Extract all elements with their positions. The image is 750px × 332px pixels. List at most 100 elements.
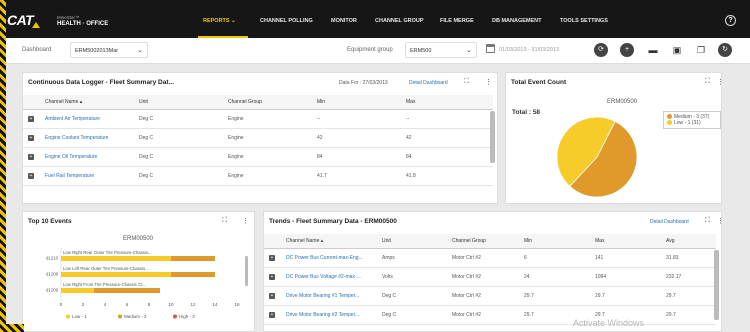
calendar-icon[interactable] — [486, 44, 495, 53]
row-expander[interactable]: + — [264, 267, 286, 287]
expand-icon[interactable]: + — [28, 172, 34, 179]
nav-channel-group[interactable]: CHANNEL GROUP — [375, 18, 424, 24]
bar-segment-low---1[interactable] — [61, 272, 171, 277]
more-menu-icon[interactable]: ⋮ — [717, 78, 724, 86]
nav-monitor[interactable]: MONITOR — [331, 18, 357, 24]
row-expander[interactable]: + — [23, 128, 45, 148]
col-max[interactable]: Max — [595, 234, 666, 249]
help-icon[interactable]: ? — [725, 15, 736, 26]
bar-segment-medium---2[interactable] — [94, 288, 160, 293]
fullscreen-icon[interactable]: ⛶ — [705, 217, 710, 225]
col-channel-name[interactable]: Channel Name ▴ — [286, 234, 382, 249]
logger-detail-dashboard-link[interactable]: Detail Dashboard — [409, 80, 448, 86]
bar-segment-medium---2[interactable] — [171, 256, 215, 261]
row-expander[interactable]: + — [264, 286, 286, 306]
expand-icon[interactable]: + — [269, 311, 275, 318]
logger-scrollbar[interactable] — [490, 111, 495, 163]
bar-segment-low---1[interactable] — [61, 256, 171, 261]
nav-tools-settings[interactable]: TOOLS SETTINGS — [560, 18, 608, 24]
bar-legend-label[interactable]: High - 3 — [179, 314, 195, 319]
expand-icon[interactable]: + — [269, 292, 275, 299]
bar-legend-label[interactable]: Medium - 2 — [124, 314, 147, 319]
row-expander[interactable]: + — [23, 147, 45, 167]
save-icon[interactable]: ▣ — [670, 43, 684, 57]
fullscreen-icon[interactable]: ⛶ — [464, 78, 469, 86]
col-min[interactable]: Min — [317, 95, 406, 110]
col-unit[interactable]: Unit — [139, 95, 228, 110]
nav-db-management[interactable]: DB MANAGEMENT — [492, 18, 542, 24]
row-expander[interactable]: + — [23, 109, 45, 129]
channel-name-cell[interactable]: Engine Coolant Temperature — [45, 128, 139, 148]
legend-swatch — [66, 314, 70, 319]
equipment-group-select[interactable]: ERM500 ⌄ — [405, 42, 477, 58]
sort-up-icon: ▴ — [79, 98, 83, 105]
trends-detail-dashboard-link[interactable]: Detail Dashboard — [650, 219, 689, 225]
table-row[interactable]: + DC Power Bus Voltage #2-max-... Volts … — [264, 267, 716, 287]
row-expander[interactable]: + — [23, 166, 45, 186]
col-max[interactable]: Max — [406, 95, 493, 110]
col-avg[interactable]: Avg — [666, 234, 716, 249]
more-menu-icon[interactable]: ⋮ — [242, 217, 249, 225]
unit-cell: Deg C — [139, 147, 228, 167]
expand-icon[interactable]: + — [28, 115, 34, 122]
channel-name-cell[interactable]: Fuel Rail Temperature — [45, 166, 139, 186]
bar-legend-label[interactable]: Low - 1 — [72, 314, 87, 319]
table-row[interactable]: + Ambient Air Temperature Deg C Engine -… — [23, 109, 493, 129]
nav-channel-polling[interactable]: CHANNEL POLLING — [260, 18, 313, 24]
col-channel-group[interactable]: Channel Group — [228, 95, 317, 110]
bar-segment-low---1[interactable] — [61, 288, 94, 293]
trends-scrollbar[interactable] — [714, 250, 719, 320]
app-window: CAT MineStar™ HEALTH · OFFICE REPORTS ⌄ … — [0, 0, 750, 332]
refresh-icon[interactable]: ⟳ — [594, 43, 608, 57]
row-expander[interactable]: + — [264, 248, 286, 268]
expand-icon[interactable]: + — [269, 273, 275, 280]
channel-name-cell[interactable]: Ambient Air Temperature — [45, 109, 139, 129]
table-row[interactable]: + Engine Oil Temperature Deg C Engine 84… — [23, 147, 493, 167]
col-min[interactable]: Min — [524, 234, 595, 249]
table-row[interactable]: + Fuel Rail Temperature Deg C Engine 41.… — [23, 166, 493, 186]
folder-icon[interactable]: ▬ — [646, 43, 660, 57]
unit-cell: Deg C — [139, 109, 228, 129]
cat-logo[interactable]: CAT — [7, 12, 47, 28]
nav-file-merge[interactable]: FILE MERGE — [440, 18, 474, 24]
table-row[interactable]: + Drive Motor Bearing #2 Temper... Deg C… — [264, 305, 716, 325]
channel-name-cell[interactable]: DC Power Bus Current-max-Eng... — [286, 248, 382, 268]
min-cell: 84 — [317, 147, 406, 167]
dashboard-select[interactable]: ERM5002013Mar ⌄ — [70, 42, 148, 58]
hazard-stripe-left — [0, 0, 6, 332]
expand-icon[interactable]: + — [28, 134, 34, 141]
more-menu-icon[interactable]: ⋮ — [717, 217, 724, 225]
table-row[interactable]: + DC Power Bus Current-max-Eng... Amps M… — [264, 248, 716, 268]
fullscreen-icon[interactable]: ⛶ — [222, 217, 227, 225]
chevron-down-icon: ⌄ — [466, 47, 472, 54]
expand-icon[interactable]: + — [269, 254, 275, 261]
nav-reports[interactable]: REPORTS ⌄ — [203, 18, 236, 24]
channel-name-cell[interactable]: Engine Oil Temperature — [45, 147, 139, 167]
top-events-scrollbar[interactable] — [245, 256, 248, 286]
fullscreen-icon[interactable]: ⛶ — [705, 78, 710, 86]
equipment-group-select-value: ERM500 — [410, 48, 432, 54]
copy-icon[interactable]: ❐ — [694, 43, 708, 57]
unit-cell: Deg C — [382, 286, 452, 306]
row-expander[interactable]: + — [264, 305, 286, 325]
pie-legend-item-1[interactable]: Low - 1 (31) — [667, 120, 717, 126]
chevron-down-icon: ⌄ — [231, 18, 236, 24]
equipment-group-label: Equipment group — [347, 47, 393, 53]
sync-icon[interactable]: ↻ — [718, 43, 732, 57]
dashboard-select-value: ERM5002013Mar — [75, 48, 119, 54]
table-row[interactable]: + Engine Coolant Temperature Deg C Engin… — [23, 128, 493, 148]
dashboard-label: Dashboard — [22, 47, 52, 53]
channel-name-cell[interactable]: DC Power Bus Voltage #2-max-... — [286, 267, 382, 287]
more-menu-icon[interactable]: ⋮ — [485, 78, 492, 86]
top-nav-bar: CAT MineStar™ HEALTH · OFFICE REPORTS ⌄ … — [0, 0, 750, 38]
expand-icon[interactable]: + — [28, 153, 34, 160]
col-channel-name[interactable]: Channel Name ▴ — [45, 95, 139, 110]
col-channel-group[interactable]: Channel Group — [452, 234, 524, 249]
date-range-input[interactable]: 01/03/2013 - 31/03/2013 — [499, 47, 559, 53]
channel-name-cell[interactable]: Drive Motor Bearing #2 Temper... — [286, 305, 382, 325]
bar-segment-medium---2[interactable] — [171, 272, 215, 277]
channel-name-cell[interactable]: Drive Motor Bearing #1 Temper... — [286, 286, 382, 306]
table-row[interactable]: + Drive Motor Bearing #1 Temper... Deg C… — [264, 286, 716, 306]
add-icon[interactable]: + — [620, 43, 634, 57]
col-unit[interactable]: Unit — [382, 234, 452, 249]
